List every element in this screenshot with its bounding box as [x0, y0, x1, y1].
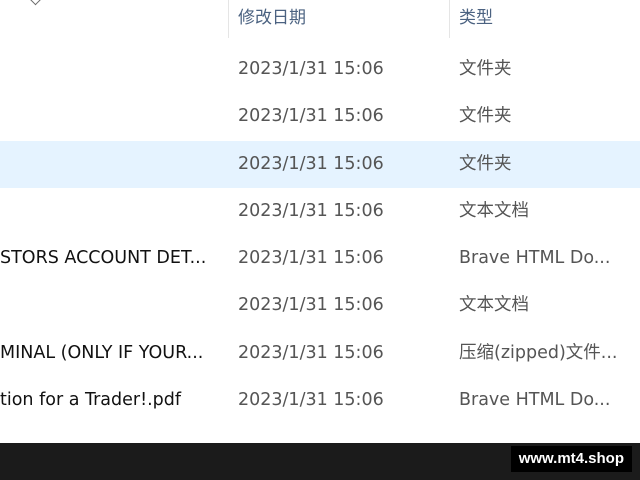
- file-type: 文本文档: [459, 295, 529, 316]
- file-row[interactable]: 2023/1/31 15:06 文件夹: [0, 46, 640, 93]
- column-separator[interactable]: [449, 0, 450, 38]
- file-date-modified: 2023/1/31 15:06: [238, 390, 384, 411]
- file-date-modified: 2023/1/31 15:06: [238, 153, 384, 174]
- file-date-modified: 2023/1/31 15:06: [238, 295, 384, 316]
- sort-chevron-icon[interactable]: [27, 0, 44, 6]
- file-row[interactable]: MINAL (ONLY IF YOUR... 2023/1/31 15:06 压缩(…: [0, 330, 640, 377]
- column-header-row: 修改日期 类型: [0, 0, 640, 38]
- file-date-modified: 2023/1/31 15:06: [238, 248, 384, 269]
- file-name: MINAL (ONLY IF YOUR...: [0, 342, 204, 363]
- file-row[interactable]: tion for a Trader!.pdf 2023/1/31 15:06 Bra…: [0, 377, 640, 424]
- file-date-modified: 2023/1/31 15:06: [238, 106, 384, 127]
- file-name: [0, 93, 215, 140]
- file-list: 2023/1/31 15:06 文件夹 2023/1/31 15:06 文件夹 2023…: [0, 46, 640, 424]
- file-name: [0, 188, 215, 235]
- file-type: Brave HTML Do...: [459, 248, 611, 269]
- file-row[interactable]: 2023/1/31 15:06 文件夹: [0, 140, 640, 188]
- file-name: [0, 141, 215, 188]
- file-date-modified: 2023/1/31 15:06: [238, 59, 384, 79]
- file-row[interactable]: STORS ACCOUNT DET... 2023/1/31 15:06 Brave…: [0, 235, 640, 282]
- column-header-date-modified[interactable]: 修改日期: [238, 7, 306, 29]
- file-name: [0, 282, 215, 329]
- file-type: 文件夹: [459, 106, 512, 127]
- file-explorer: 修改日期 类型 2023/1/31 15:06 文件夹 2023/1/31 15:0…: [0, 0, 640, 443]
- column-header-type[interactable]: 类型: [459, 7, 493, 29]
- file-type: 压缩(zipped)文件...: [459, 342, 618, 363]
- file-date-modified: 2023/1/31 15:06: [238, 342, 384, 363]
- file-type: Brave HTML Do...: [459, 390, 611, 411]
- file-type: 文件夹: [459, 59, 512, 79]
- column-separator[interactable]: [228, 0, 229, 38]
- file-name: [0, 46, 215, 93]
- watermark: www.mt4.shop: [510, 446, 632, 472]
- file-type: 文件夹: [459, 153, 512, 174]
- file-date-modified: 2023/1/31 15:06: [238, 200, 384, 221]
- file-row[interactable]: 2023/1/31 15:06 文本文档: [0, 282, 640, 329]
- file-row[interactable]: 2023/1/31 15:06 文本文档: [0, 188, 640, 235]
- file-name: STORS ACCOUNT DET...: [0, 248, 207, 269]
- file-row[interactable]: 2023/1/31 15:06 文件夹: [0, 93, 640, 140]
- file-type: 文本文档: [459, 200, 529, 221]
- file-name: tion for a Trader!.pdf: [0, 390, 182, 411]
